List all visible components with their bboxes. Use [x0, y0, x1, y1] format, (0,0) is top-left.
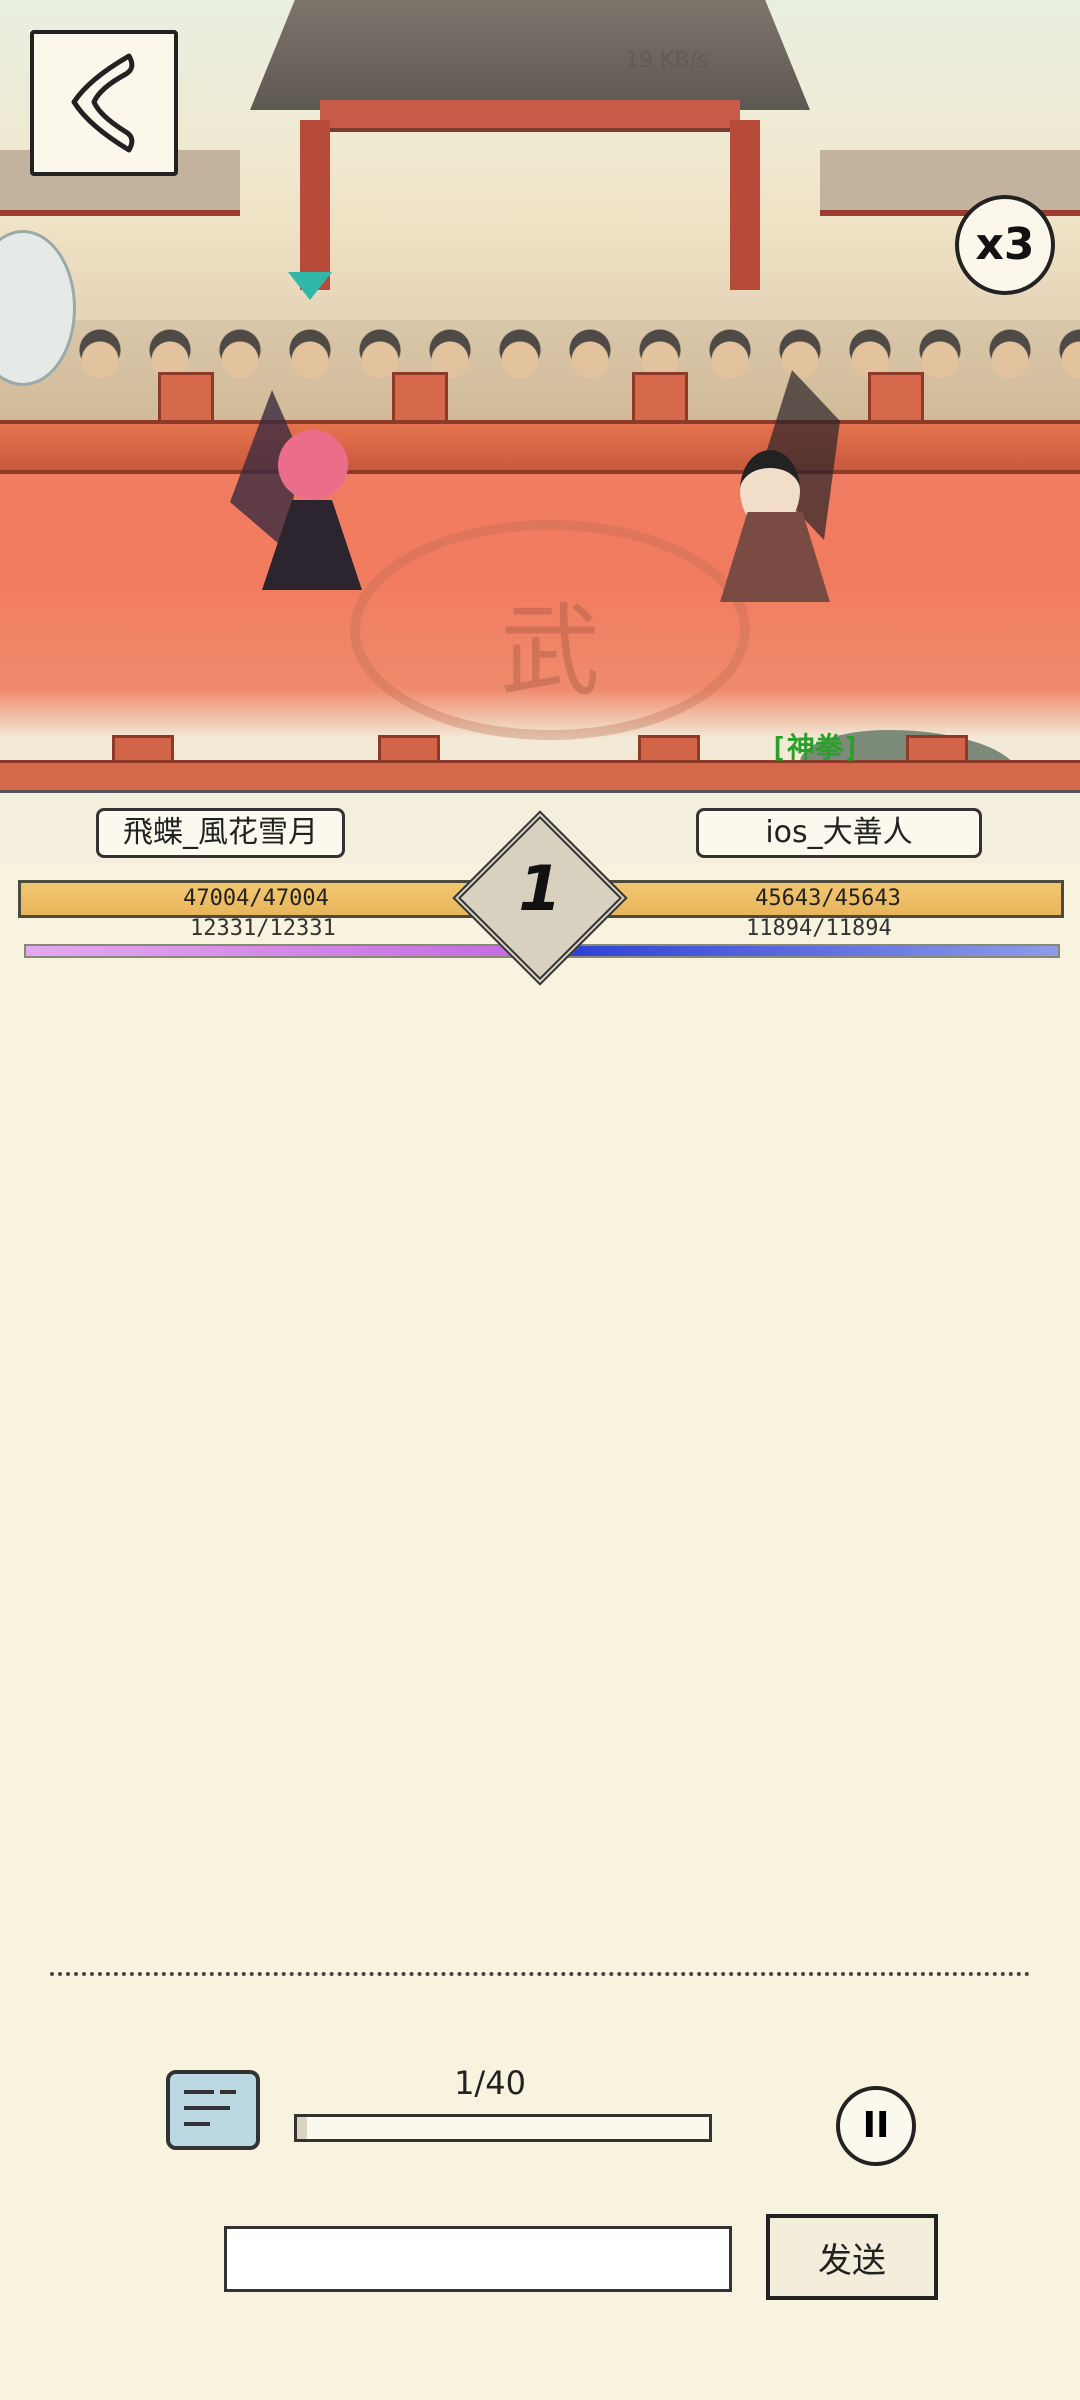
send-button[interactable]: 发送	[766, 2214, 938, 2300]
network-speed: 19 KB/s	[625, 48, 709, 73]
chat-input[interactable]	[224, 2226, 732, 2292]
emblem-text: 武	[500, 593, 600, 710]
round-number: 1	[518, 852, 562, 925]
progress-fill	[297, 2117, 308, 2139]
pause-icon: II	[862, 2105, 890, 2146]
left-player-name: 飛蝶_風花雪月	[96, 808, 345, 858]
side-building	[820, 150, 1080, 216]
left-mp-bar	[24, 944, 528, 958]
turn-indicator-icon	[288, 272, 332, 300]
back-railing	[0, 420, 1080, 474]
enemy-title-tag: [神拳]	[770, 731, 860, 764]
chat-button[interactable]	[166, 2070, 260, 2150]
pause-button[interactable]: II	[836, 2086, 916, 2166]
battle-scene: 武 [神拳] 19 KB/s x3	[0, 0, 1080, 820]
right-mp-bar	[556, 944, 1060, 958]
temple-pillar	[730, 120, 760, 290]
temple-pillar	[300, 120, 330, 290]
progress-label: 1/40	[454, 2064, 526, 2102]
divider	[50, 1972, 1030, 1976]
right-mp-text: 11894/11894	[746, 916, 892, 941]
battle-log	[0, 970, 1080, 1970]
speed-button[interactable]: x3	[955, 195, 1055, 295]
right-player-name: ios_大善人	[696, 808, 982, 858]
progress-bar	[294, 2114, 712, 2142]
back-button[interactable]	[30, 30, 178, 176]
left-fighter-head	[278, 430, 348, 500]
left-hp-bar: 47004/47004	[18, 880, 494, 918]
floor-emblem: 武	[350, 520, 750, 740]
right-hp-bar: 45643/45643	[592, 880, 1064, 918]
temple-beam	[320, 100, 740, 132]
left-mp-text: 12331/12331	[190, 916, 336, 941]
back-arrow-icon	[71, 53, 135, 153]
temple-roof	[250, 0, 810, 110]
